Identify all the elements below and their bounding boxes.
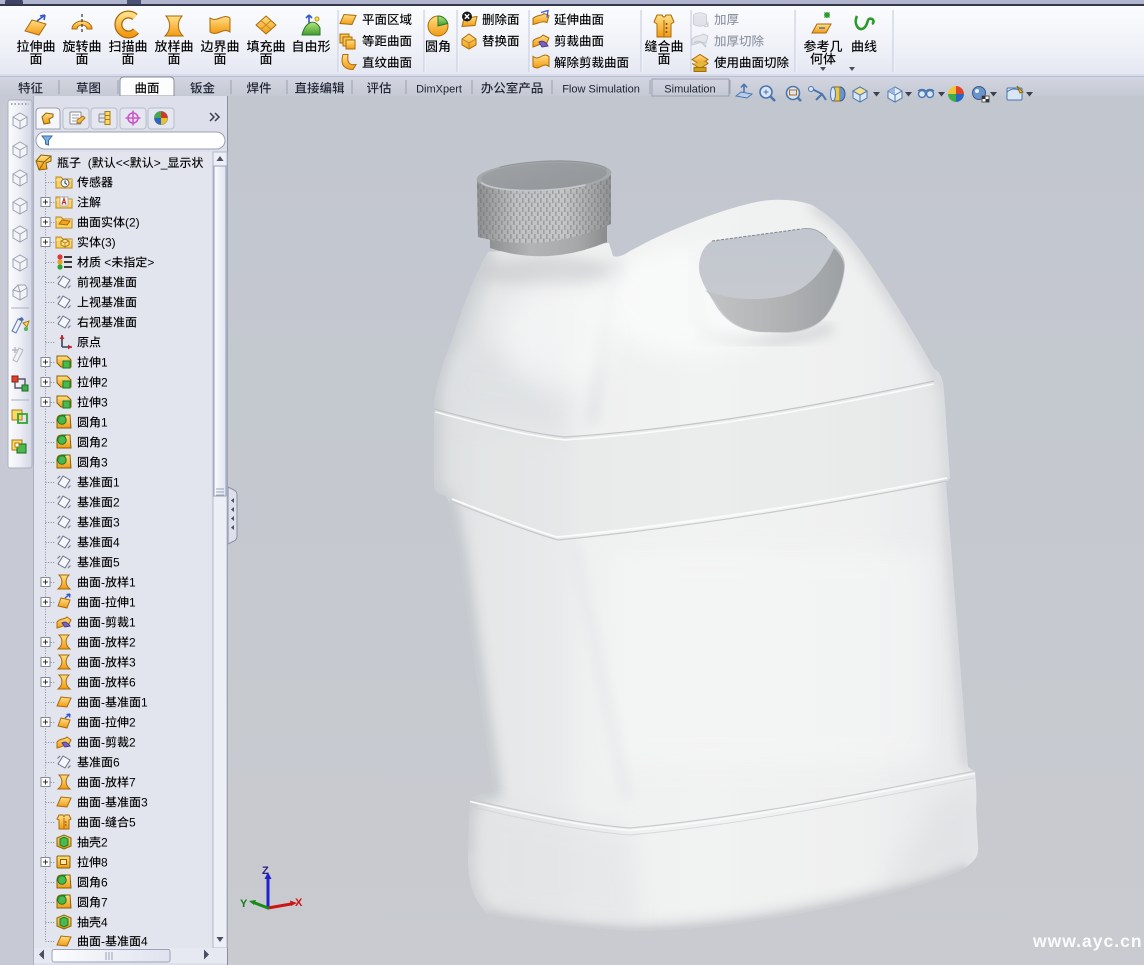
svg-text:-: - xyxy=(101,636,105,650)
svg-text:4: 4 xyxy=(113,536,120,550)
svg-text:Z: Z xyxy=(262,865,269,877)
svg-text:<: < xyxy=(104,256,111,270)
svg-text:Simulation: Simulation xyxy=(589,84,640,96)
svg-text:-: - xyxy=(101,816,105,830)
svg-text:-: - xyxy=(101,576,105,590)
svg-text:Flow: Flow xyxy=(562,84,585,96)
svg-text:X: X xyxy=(295,897,303,909)
svg-text:1: 1 xyxy=(101,416,108,430)
svg-text:5: 5 xyxy=(129,816,136,830)
svg-text:3: 3 xyxy=(129,656,136,670)
svg-text:-: - xyxy=(101,796,105,810)
svg-text:-: - xyxy=(101,736,105,750)
svg-text:-: - xyxy=(101,676,105,690)
svg-text:>_: >_ xyxy=(154,156,168,170)
svg-text:<<: << xyxy=(116,156,130,170)
svg-text:1: 1 xyxy=(101,356,108,370)
svg-text:6: 6 xyxy=(101,876,108,890)
svg-text:3: 3 xyxy=(141,796,148,810)
svg-text:>: > xyxy=(147,256,154,270)
svg-text:-: - xyxy=(101,696,105,710)
svg-text:www.ayc.cn: www.ayc.cn xyxy=(1032,931,1143,951)
svg-text:2: 2 xyxy=(129,736,136,750)
svg-text:-: - xyxy=(101,776,105,790)
svg-text:6: 6 xyxy=(113,756,120,770)
svg-text:7: 7 xyxy=(129,776,136,790)
svg-text:2: 2 xyxy=(129,716,136,730)
svg-text:-: - xyxy=(101,656,105,670)
svg-text:2: 2 xyxy=(101,836,108,850)
svg-text:2: 2 xyxy=(101,436,108,450)
svg-text:2: 2 xyxy=(101,376,108,390)
svg-text:4: 4 xyxy=(141,935,148,949)
svg-text:Simulation: Simulation xyxy=(664,84,715,96)
svg-text:3: 3 xyxy=(101,456,108,470)
svg-text:-: - xyxy=(101,596,105,610)
svg-text:1: 1 xyxy=(113,476,120,490)
svg-text:-: - xyxy=(101,716,105,730)
svg-text:1: 1 xyxy=(129,576,136,590)
svg-text:(3): (3) xyxy=(101,236,116,250)
svg-text:4: 4 xyxy=(101,916,108,930)
svg-text:3: 3 xyxy=(101,396,108,410)
svg-text:5: 5 xyxy=(113,556,120,570)
svg-text:1: 1 xyxy=(129,616,136,630)
svg-text:(2): (2) xyxy=(125,216,140,230)
svg-text:1: 1 xyxy=(141,696,148,710)
svg-text:-: - xyxy=(101,935,105,949)
svg-text:7: 7 xyxy=(101,896,108,910)
svg-text:8: 8 xyxy=(101,856,108,870)
svg-text:-: - xyxy=(101,616,105,630)
svg-text:3: 3 xyxy=(113,516,120,530)
svg-text:DimXpert: DimXpert xyxy=(416,84,462,96)
svg-text:6: 6 xyxy=(129,676,136,690)
svg-text:1: 1 xyxy=(129,596,136,610)
svg-text:(: ( xyxy=(88,156,92,170)
svg-text:2: 2 xyxy=(113,496,120,510)
svg-text:Y: Y xyxy=(240,898,248,910)
svg-text:2: 2 xyxy=(129,636,136,650)
